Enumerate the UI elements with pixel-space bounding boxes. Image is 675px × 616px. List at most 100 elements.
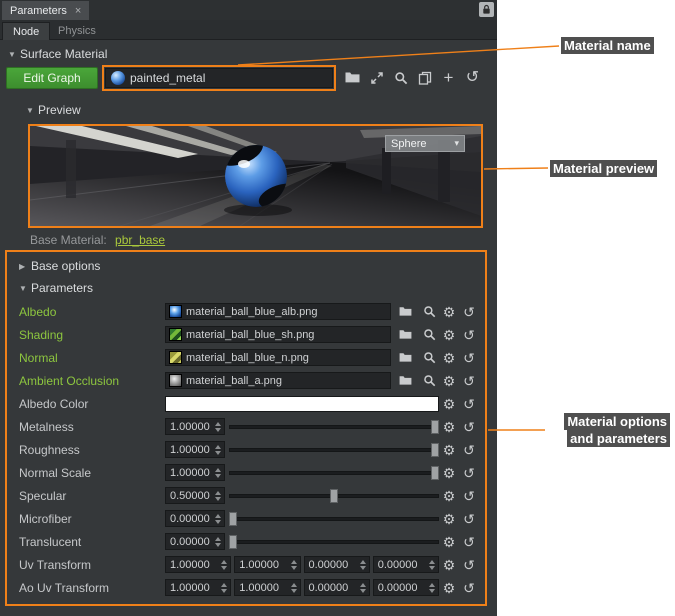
search-icon[interactable] — [419, 348, 439, 368]
value-spinbox[interactable]: 0.00000 — [304, 556, 370, 573]
preview-shape-dropdown[interactable]: Sphere ▾ — [385, 135, 465, 152]
reset-icon[interactable]: ↺ — [459, 440, 479, 460]
spinner-arrows-icon[interactable] — [215, 422, 222, 432]
value-spinbox[interactable]: 0.00000 — [165, 533, 225, 550]
spinner-arrows-icon[interactable] — [429, 560, 436, 570]
gear-icon[interactable]: ⚙ — [439, 302, 459, 322]
texture-path-field[interactable]: material_ball_blue_n.png — [165, 349, 391, 366]
spinner-arrows-icon[interactable] — [215, 468, 222, 478]
folder-icon[interactable] — [395, 371, 415, 391]
spinner-arrows-icon[interactable] — [215, 537, 222, 547]
tab-physics[interactable]: Physics — [48, 22, 106, 40]
expand-icon[interactable] — [366, 67, 387, 88]
spinner-arrows-icon[interactable] — [360, 583, 367, 593]
slider[interactable] — [229, 466, 439, 480]
value-spinbox[interactable]: 1.00000 — [234, 579, 300, 596]
search-icon[interactable] — [419, 325, 439, 345]
value-spinbox[interactable]: 1.00000 — [165, 418, 225, 435]
reset-icon[interactable]: ↺ — [459, 486, 479, 506]
value-spinbox[interactable]: 0.00000 — [304, 579, 370, 596]
value-spinbox[interactable]: 1.00000 — [165, 556, 231, 573]
gear-icon[interactable]: ⚙ — [439, 348, 459, 368]
reset-icon[interactable]: ↺ — [459, 302, 479, 322]
reset-icon[interactable]: ↺ — [459, 325, 479, 345]
value-spinbox[interactable]: 1.00000 — [234, 556, 300, 573]
gear-icon[interactable]: ⚙ — [439, 578, 459, 598]
gear-icon[interactable]: ⚙ — [439, 532, 459, 552]
spinner-arrows-icon[interactable] — [215, 514, 222, 524]
reset-icon[interactable]: ↺ — [459, 509, 479, 529]
slider-handle[interactable] — [229, 512, 237, 526]
slider-track[interactable] — [229, 471, 439, 475]
spinner-arrows-icon[interactable] — [291, 583, 298, 593]
search-icon[interactable] — [419, 371, 439, 391]
parameters-section-header[interactable]: ▼ Parameters — [19, 278, 485, 298]
material-preview-viewport[interactable]: Sphere ▾ — [28, 124, 483, 228]
slider[interactable] — [229, 420, 439, 434]
value-spinbox[interactable]: 1.00000 — [165, 579, 231, 596]
gear-icon[interactable]: ⚙ — [439, 394, 459, 414]
gear-icon[interactable]: ⚙ — [439, 509, 459, 529]
folder-icon[interactable] — [395, 348, 415, 368]
slider-handle[interactable] — [431, 443, 439, 457]
spinner-arrows-icon[interactable] — [221, 583, 228, 593]
spinner-arrows-icon[interactable] — [215, 445, 222, 455]
value-spinbox[interactable]: 1.00000 — [165, 441, 225, 458]
surface-material-section-header[interactable]: ▼ Surface Material — [8, 45, 107, 63]
material-name-field[interactable]: painted_metal — [105, 68, 333, 88]
folder-icon[interactable] — [395, 302, 415, 322]
reset-icon[interactable]: ↺ — [459, 578, 479, 598]
reset-icon[interactable]: ↺ — [459, 348, 479, 368]
slider[interactable] — [229, 512, 439, 526]
color-swatch[interactable] — [165, 396, 439, 412]
gear-icon[interactable]: ⚙ — [439, 417, 459, 437]
copy-icon[interactable] — [414, 67, 435, 88]
value-spinbox[interactable]: 0.50000 — [165, 487, 225, 504]
slider-track[interactable] — [229, 540, 439, 544]
base-options-section-header[interactable]: ▶ Base options — [19, 256, 485, 276]
slider[interactable] — [229, 489, 439, 503]
search-icon[interactable] — [390, 67, 411, 88]
slider[interactable] — [229, 535, 439, 549]
texture-path-field[interactable]: material_ball_a.png — [165, 372, 391, 389]
spinner-arrows-icon[interactable] — [215, 491, 222, 501]
spinner-arrows-icon[interactable] — [429, 583, 436, 593]
spinner-arrows-icon[interactable] — [360, 560, 367, 570]
reset-icon[interactable]: ↺ — [459, 555, 479, 575]
spinner-arrows-icon[interactable] — [221, 560, 228, 570]
texture-path-field[interactable]: material_ball_blue_alb.png — [165, 303, 391, 320]
value-spinbox[interactable]: 0.00000 — [373, 556, 439, 573]
tab-node[interactable]: Node — [2, 22, 50, 40]
reset-icon[interactable]: ↺ — [462, 67, 483, 88]
slider-track[interactable] — [229, 448, 439, 452]
slider-handle[interactable] — [431, 466, 439, 480]
plus-icon[interactable]: + — [438, 67, 459, 88]
gear-icon[interactable]: ⚙ — [439, 486, 459, 506]
lock-button[interactable] — [479, 2, 494, 17]
slider-handle[interactable] — [431, 420, 439, 434]
slider-track[interactable] — [229, 517, 439, 521]
gear-icon[interactable]: ⚙ — [439, 325, 459, 345]
close-icon[interactable]: × — [75, 5, 81, 17]
gear-icon[interactable]: ⚙ — [439, 371, 459, 391]
gear-icon[interactable]: ⚙ — [439, 555, 459, 575]
search-icon[interactable] — [419, 302, 439, 322]
value-spinbox[interactable]: 1.00000 — [165, 464, 225, 481]
base-material-link[interactable]: pbr_base — [115, 233, 165, 247]
slider-handle[interactable] — [229, 535, 237, 549]
folder-icon[interactable] — [395, 325, 415, 345]
gear-icon[interactable]: ⚙ — [439, 463, 459, 483]
reset-icon[interactable]: ↺ — [459, 394, 479, 414]
preview-section-header[interactable]: ▼ Preview — [26, 101, 81, 119]
value-spinbox[interactable]: 0.00000 — [373, 579, 439, 596]
spinner-arrows-icon[interactable] — [291, 560, 298, 570]
slider-handle[interactable] — [330, 489, 338, 503]
parameters-window-tab[interactable]: Parameters × — [2, 1, 89, 20]
reset-icon[interactable]: ↺ — [459, 532, 479, 552]
reset-icon[interactable]: ↺ — [459, 371, 479, 391]
folder-icon[interactable] — [342, 67, 363, 88]
gear-icon[interactable]: ⚙ — [439, 440, 459, 460]
reset-icon[interactable]: ↺ — [459, 463, 479, 483]
edit-graph-button[interactable]: Edit Graph — [6, 67, 98, 89]
texture-path-field[interactable]: material_ball_blue_sh.png — [165, 326, 391, 343]
